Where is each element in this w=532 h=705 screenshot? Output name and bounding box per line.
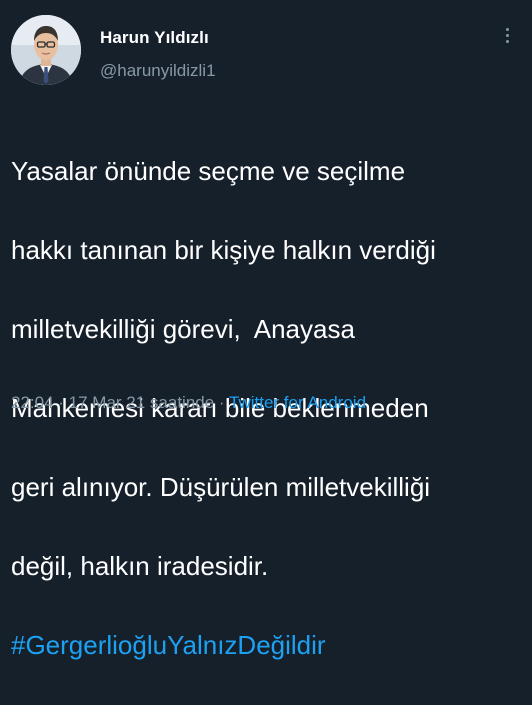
tweet-text-line: geri alınıyor. Düşürülen milletvekilliği	[11, 471, 431, 502]
tweet-source-link[interactable]: Twitter for Android	[229, 393, 366, 412]
meta-separator: ·	[214, 393, 230, 412]
user-handle[interactable]: @harunyildizli1	[100, 61, 216, 81]
tweet-time[interactable]: 22:04	[11, 393, 54, 412]
more-vertical-icon[interactable]	[497, 28, 517, 52]
display-name[interactable]: Harun Yıldızlı	[100, 28, 209, 48]
tweet-meta: 22:04 · 17 Mar 21 saatinde · Twitter for…	[11, 393, 366, 413]
tweet-text-line: hakkı tanınan bir kişiye halkın verdiği	[11, 234, 436, 265]
meta-separator: ·	[53, 393, 69, 412]
hashtag-link[interactable]: #GergerlioğluYalnızDeğildir	[11, 626, 526, 666]
tweet-text-line: değil, halkın iradesidir.	[11, 550, 269, 581]
tweet-date[interactable]: 17 Mar 21 saatinde	[69, 393, 215, 412]
tweet: Harun Yıldızlı @harunyildizli1 Yasalar ö…	[0, 0, 532, 660]
tweet-text-line: Yasalar önünde seçme ve seçilme	[11, 155, 406, 186]
tweet-text-line: milletvekilliği görevi, Anayasa	[11, 313, 355, 344]
avatar-photo	[11, 15, 81, 85]
avatar[interactable]	[11, 15, 81, 85]
